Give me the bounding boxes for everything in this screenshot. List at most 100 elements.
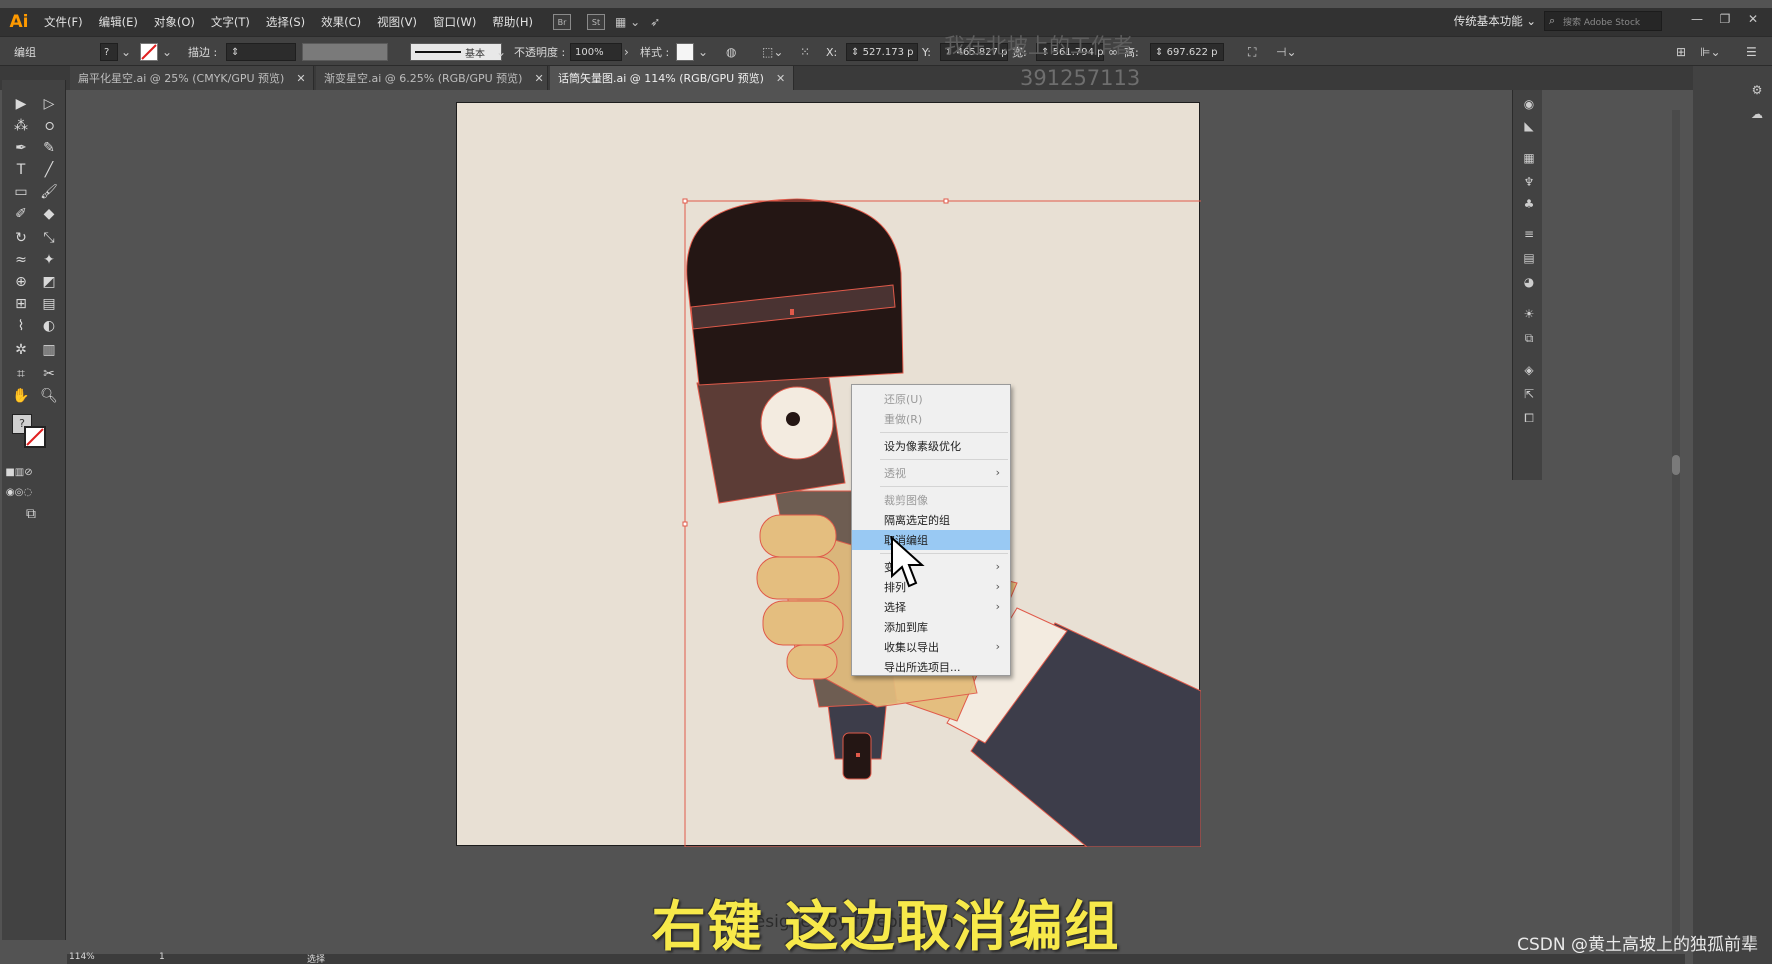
shaper-tool-icon[interactable]: ✐: [10, 204, 32, 224]
selection-tool-icon[interactable]: ▶: [10, 94, 32, 114]
menu-select[interactable]: 选择 ›: [852, 597, 1010, 617]
color-guide-icon[interactable]: ◣: [1521, 118, 1537, 134]
menu-view[interactable]: 视图(V): [369, 14, 425, 30]
blend-tool-icon[interactable]: ◐: [38, 316, 60, 336]
microphone-illustration[interactable]: [457, 103, 1210, 848]
bridge-button[interactable]: Br: [552, 14, 571, 30]
arrange-icon[interactable]: ⊫⌄: [1700, 43, 1721, 61]
variable-width-profile[interactable]: [302, 43, 388, 61]
menu-export-selection[interactable]: 导出所选项目...: [852, 657, 1010, 677]
stroke-swatch[interactable]: [24, 426, 46, 448]
type-tool-icon[interactable]: T: [10, 160, 32, 180]
symbols-icon[interactable]: ♣: [1521, 196, 1537, 212]
color-panel-icon[interactable]: ◉: [1521, 96, 1537, 112]
menu-select[interactable]: 选择(S): [258, 14, 313, 30]
isolate-group-icon[interactable]: ⛶: [1248, 43, 1256, 61]
resize-handle[interactable]: [682, 198, 688, 204]
menu-undo[interactable]: 还原(U): [852, 389, 1010, 409]
stroke-swatch[interactable]: [140, 43, 158, 61]
width-tool-icon[interactable]: ≈: [10, 250, 32, 270]
menu-collect-export[interactable]: 收集以导出 ›: [852, 637, 1010, 657]
swatches-icon[interactable]: ▦: [1521, 150, 1537, 166]
menu-crop-image[interactable]: 裁剪图像: [852, 490, 1010, 510]
gradient-tool-icon[interactable]: ▤: [38, 294, 60, 314]
menu-file[interactable]: 文件(F): [36, 14, 91, 30]
stock-button[interactable]: St: [586, 14, 605, 30]
menu-isolate-group[interactable]: 隔离选定的组: [852, 510, 1010, 530]
scrollbar-thumb[interactable]: [1672, 455, 1680, 475]
align-options-icon[interactable]: ⊣⌄: [1276, 43, 1297, 61]
x-position-input[interactable]: ⇕ 527.173 p: [846, 43, 918, 61]
properties-icon[interactable]: ⚙: [1749, 82, 1765, 98]
close-icon[interactable]: ✕: [776, 72, 785, 85]
menu-perspective[interactable]: 透视 ›: [852, 463, 1010, 483]
menu-edit[interactable]: 编辑(E): [91, 14, 146, 30]
libraries-icon[interactable]: ☁: [1749, 106, 1765, 122]
tab-flat-starry-sky[interactable]: 扁平化星空.ai @ 25% (CMYK/GPU 预览) ✕: [70, 66, 314, 90]
tab-gradient-starry-sky[interactable]: 渐变星空.ai @ 6.25% (RGB/GPU 预览) ✕: [316, 66, 548, 90]
recolor-artwork-icon[interactable]: ◍: [726, 43, 736, 61]
menu-ungroup[interactable]: 取消编组: [852, 530, 1010, 550]
color-mode-icon[interactable]: ■▥⊘: [5, 462, 32, 482]
magic-wand-icon[interactable]: ⁂: [10, 116, 32, 136]
stroke-weight-input[interactable]: ⇕: [226, 43, 296, 61]
vertical-scrollbar[interactable]: [1672, 110, 1680, 950]
mesh-tool-icon[interactable]: ⊞: [10, 294, 32, 314]
eyedropper-icon[interactable]: ⌇: [10, 316, 32, 336]
appearance-icon[interactable]: ☀: [1521, 306, 1537, 322]
close-icon[interactable]: ✕: [1742, 12, 1764, 26]
puppet-warp-icon[interactable]: ✦: [38, 250, 60, 270]
slice-tool-icon[interactable]: ✂: [38, 364, 60, 384]
artboard-tool-icon[interactable]: ⌗: [10, 364, 32, 384]
asset-export-icon[interactable]: ⇱: [1521, 386, 1537, 402]
menu-type[interactable]: 文字(T): [203, 14, 258, 30]
menu-effect[interactable]: 效果(C): [313, 14, 369, 30]
pen-tool-icon[interactable]: ✒: [10, 138, 32, 158]
direct-selection-tool-icon[interactable]: ▷: [38, 94, 60, 114]
gpu-performance-icon[interactable]: ➶: [650, 15, 660, 29]
resize-handle[interactable]: [682, 521, 688, 527]
symbol-sprayer-icon[interactable]: ✲: [10, 340, 32, 360]
line-tool-icon[interactable]: ╱: [38, 160, 60, 180]
rectangle-tool-icon[interactable]: ▭: [10, 182, 32, 202]
arrange-documents-icon[interactable]: ▦ ⌄: [615, 15, 640, 29]
menu-help[interactable]: 帮助(H): [484, 14, 541, 30]
artboard[interactable]: [456, 102, 1210, 848]
screen-mode-icon[interactable]: ⧉: [20, 504, 42, 524]
transform-panel-icon[interactable]: ⊞: [1676, 43, 1686, 61]
menu-arrange[interactable]: 排列 ›: [852, 577, 1010, 597]
perspective-grid-icon[interactable]: ◩: [38, 272, 60, 292]
chevron-down-icon[interactable]: ⌄: [496, 43, 506, 61]
rotate-tool-icon[interactable]: ↻: [10, 228, 32, 248]
zoom-tool-icon[interactable]: 🔍︎: [38, 386, 60, 406]
minimize-icon[interactable]: —: [1686, 12, 1708, 26]
transparency-icon[interactable]: ◕: [1521, 274, 1537, 290]
opacity-input[interactable]: 100%: [570, 43, 622, 61]
close-icon[interactable]: ✕: [296, 72, 305, 85]
chevron-down-icon[interactable]: ⌄: [121, 43, 131, 61]
brushes-icon[interactable]: ♆: [1521, 174, 1537, 190]
hand-tool-icon[interactable]: ✋: [10, 386, 32, 406]
gradient-panel-icon[interactable]: ▤: [1521, 250, 1537, 266]
artboards-icon[interactable]: ⧠: [1521, 410, 1537, 426]
menu-pixel-optimize[interactable]: 设为像素级优化: [852, 436, 1010, 456]
workspace-switcher[interactable]: 传统基本功能 ⌄: [1454, 13, 1536, 29]
menu-window[interactable]: 窗口(W): [425, 14, 484, 30]
shape-builder-icon[interactable]: ⊕: [10, 272, 32, 292]
menu-redo[interactable]: 重做(R): [852, 409, 1010, 429]
paintbrush-icon[interactable]: 🖌︎: [38, 182, 60, 202]
column-graph-icon[interactable]: ▥: [38, 340, 60, 360]
graphic-style-swatch[interactable]: [676, 43, 694, 61]
restore-icon[interactable]: ❐: [1714, 12, 1736, 26]
lasso-icon[interactable]: ഠ: [38, 116, 60, 136]
panel-menu-icon[interactable]: ☰: [1746, 43, 1757, 61]
eraser-icon[interactable]: ◆: [38, 204, 60, 224]
fill-swatch[interactable]: ?: [100, 43, 118, 61]
align-to-selection-icon[interactable]: ⬚⌄: [762, 43, 783, 61]
draw-mode-icon[interactable]: ◉◎◌: [6, 482, 32, 502]
chevron-down-icon[interactable]: ⌄: [698, 43, 708, 61]
reference-point-icon[interactable]: ⁙: [800, 43, 810, 61]
stroke-panel-icon[interactable]: ≡: [1521, 226, 1537, 242]
height-input[interactable]: ⇕ 697.622 p: [1150, 43, 1224, 61]
scale-tool-icon[interactable]: ⤡: [38, 228, 60, 248]
